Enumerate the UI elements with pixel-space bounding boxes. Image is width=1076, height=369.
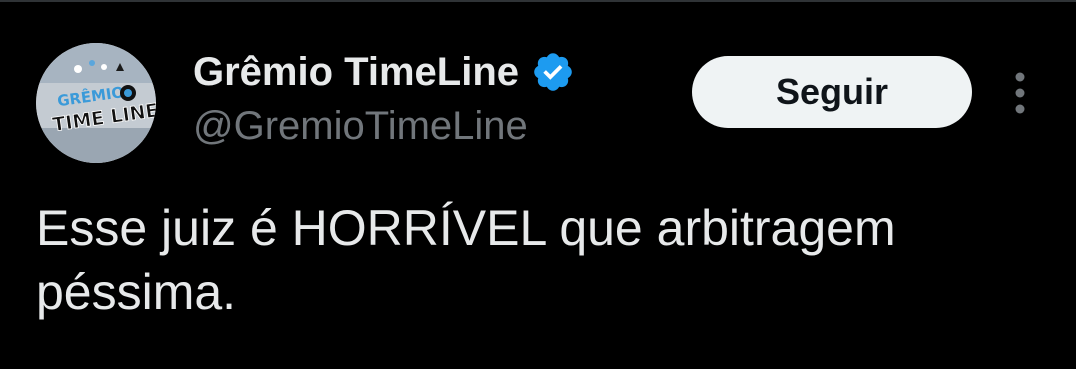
verified-badge-icon[interactable]: [531, 50, 575, 94]
display-name[interactable]: Grêmio TimeLine: [193, 50, 519, 95]
more-vertical-icon: [1015, 72, 1025, 114]
more-options-button[interactable]: [1004, 68, 1036, 118]
follow-button[interactable]: Seguir: [692, 56, 972, 128]
tweet-header: Grêmio TimeLine @GremioTimeLine: [193, 46, 673, 156]
name-row: Grêmio TimeLine: [193, 46, 673, 98]
tweet-text: Esse juiz é HORRÍVEL que arbitragem péss…: [36, 200, 896, 320]
avatar[interactable]: GRÊMIO TIME LINE: [36, 43, 156, 163]
user-handle[interactable]: @GremioTimeLine: [193, 104, 673, 149]
tweet: GRÊMIO TIME LINE Grêmio TimeLine @Gremio…: [0, 0, 1076, 369]
team-logo-icon: GRÊMIO TIME LINE: [36, 43, 156, 163]
